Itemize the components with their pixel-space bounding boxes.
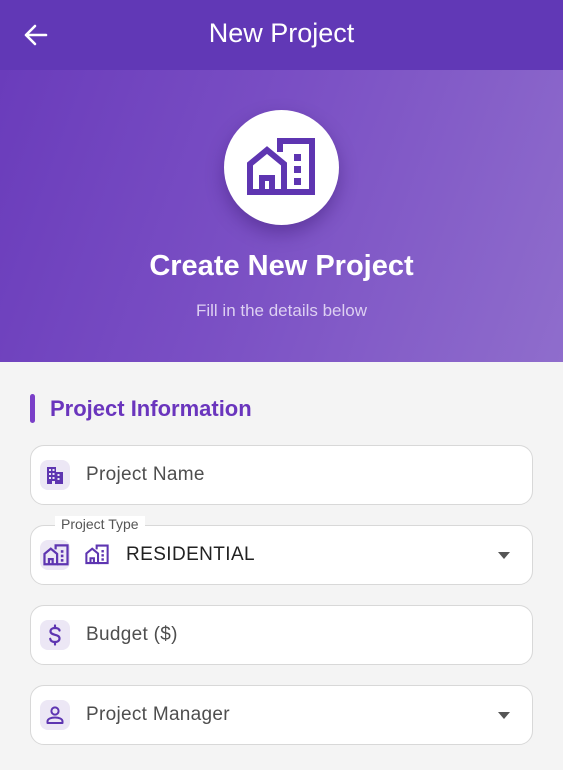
hero-title: Create New Project [149,250,414,282]
hero-header: Create New Project Fill in the details b… [0,70,563,362]
project-type-value: RESIDENTIAL [126,544,255,565]
field-icon-bg [40,620,70,650]
person-icon [46,706,64,724]
project-type-label: Project Type [55,516,145,532]
dropdown-arrow-icon[interactable] [498,552,510,559]
project-manager-input[interactable]: Project Manager [86,704,230,726]
section-accent-bar [30,394,35,423]
field-icon-bg [40,700,70,730]
apartment-icon [47,467,63,484]
field-icon-bg [40,460,70,490]
buildings-icon [43,544,69,566]
dollar-icon [49,624,61,646]
page-title: New Project [208,18,355,48]
app-bar: New Project [0,0,563,70]
project-type-select[interactable]: Project Type RESIDENTIAL [30,516,533,585]
project-name-input[interactable]: Project Name [86,464,205,486]
project-manager-select[interactable]: Project Manager [30,685,533,745]
hero-subtitle: Fill in the details below [195,301,368,320]
dropdown-arrow-icon[interactable] [498,712,510,719]
hero-icon-circle [224,110,339,225]
option-icon [85,544,109,570]
buildings-icon [247,138,315,195]
budget-field[interactable]: Budget ($) [30,605,533,665]
field-icon-bg [40,540,70,570]
project-name-field[interactable]: Project Name [30,445,533,505]
budget-input[interactable]: Budget ($) [86,624,178,646]
section-title: Project Information [50,396,252,421]
buildings-icon [85,544,109,565]
